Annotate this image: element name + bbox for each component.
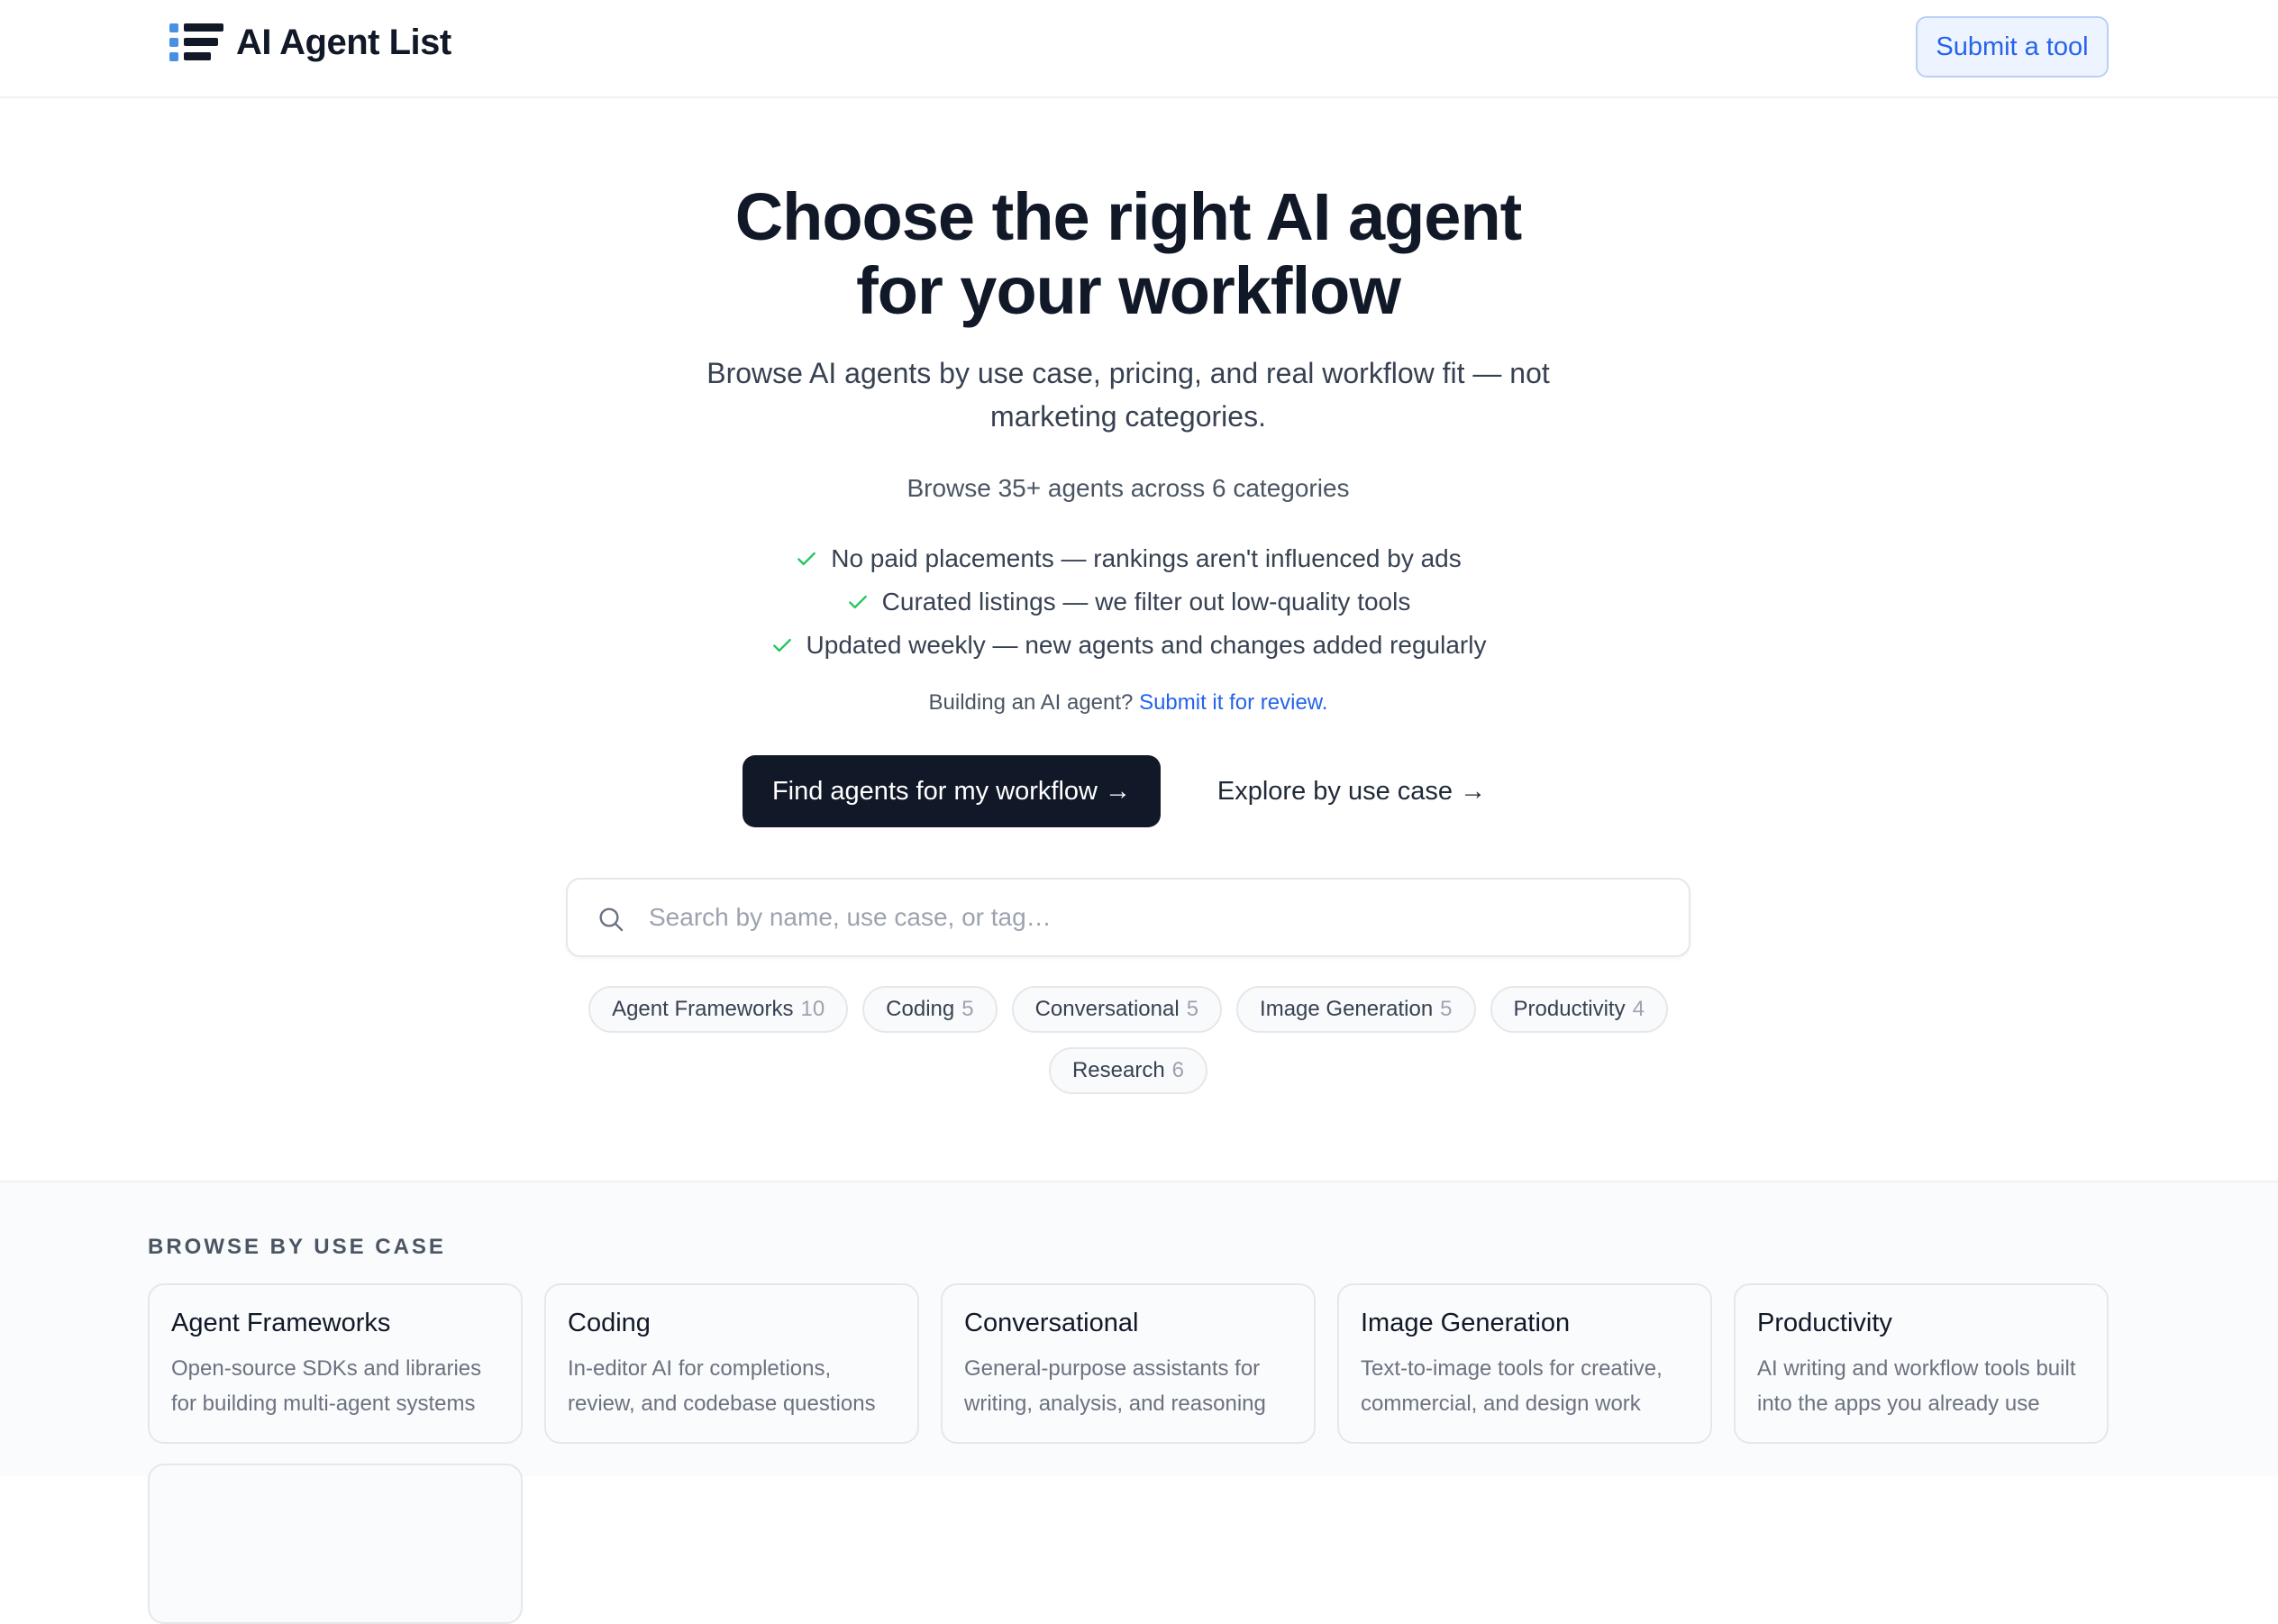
- filter-pill-count: 10: [800, 997, 825, 1021]
- use-case-card-conversational[interactable]: Conversational General-purpose assistant…: [941, 1283, 1316, 1444]
- submit-tool-button[interactable]: Submit a tool: [1916, 16, 2109, 78]
- filter-pill-agent-frameworks[interactable]: Agent Frameworks 10: [588, 986, 849, 1033]
- list-icon: [169, 22, 223, 63]
- section-title: BROWSE BY USE CASE: [148, 1235, 446, 1259]
- check-item: No paid placements — rankings aren't inf…: [0, 537, 2256, 580]
- feature-checklist: No paid placements — rankings aren't inf…: [0, 537, 2256, 667]
- hero-subtitle: Browse AI agents by use case, pricing, a…: [706, 357, 1550, 433]
- filter-pill-productivity[interactable]: Productivity 4: [1490, 986, 1668, 1033]
- explore-use-case-button[interactable]: Explore by use case →: [1198, 755, 1505, 827]
- filter-pill-count: 4: [1632, 997, 1645, 1021]
- check-item: Curated listings — we filter out low-qua…: [0, 580, 2256, 624]
- check-item-text: Updated weekly — new agents and changes …: [806, 631, 1487, 659]
- filter-pill-label: Productivity: [1513, 997, 1626, 1021]
- filter-pill-conversational[interactable]: Conversational 5: [1011, 986, 1223, 1033]
- submit-review-link[interactable]: Submit it for review.: [1139, 690, 1327, 715]
- filter-pill-label: Research: [1071, 1058, 1165, 1082]
- use-case-card-coding[interactable]: Coding In-editor AI for completions, rev…: [544, 1283, 919, 1444]
- card-title: Agent Frameworks: [171, 1309, 391, 1337]
- card-description: Open-source SDKs and libraries for build…: [171, 1356, 482, 1416]
- category-filters: Agent Frameworks 10 Coding 5 Conversatio…: [566, 986, 1690, 1109]
- search-input[interactable]: [649, 880, 1667, 955]
- browse-count: Browse 35+ agents across 6 categories: [907, 474, 1350, 502]
- site-logo[interactable]: AI Agent List: [169, 22, 451, 63]
- site-header: AI Agent List Submit a tool: [0, 0, 2278, 98]
- card-title: Conversational: [964, 1309, 1139, 1337]
- check-item-text: Curated listings — we filter out low-qua…: [881, 588, 1411, 616]
- check-item: Updated weekly — new agents and changes …: [0, 624, 2256, 667]
- checkmark-icon: [772, 638, 791, 652]
- filter-pill-research[interactable]: Research 6: [1048, 1047, 1208, 1094]
- filter-pill-label: Image Generation: [1260, 997, 1434, 1021]
- checkmark-icon: [797, 552, 816, 566]
- building-prompt: Building an AI agent? Submit it for revi…: [0, 690, 2256, 716]
- filter-pill-label: Agent Frameworks: [612, 997, 794, 1021]
- logo-text: AI Agent List: [236, 22, 451, 62]
- checkmark-icon: [848, 595, 867, 609]
- filter-pill-image-generation[interactable]: Image Generation 5: [1236, 986, 1476, 1033]
- card-description: In-editor AI for completions, review, an…: [568, 1356, 876, 1416]
- card-title: Coding: [568, 1309, 651, 1337]
- find-agents-button[interactable]: Find agents for my workflow →: [743, 755, 1161, 827]
- card-title: Productivity: [1757, 1309, 1892, 1337]
- card-title: Image Generation: [1361, 1309, 1571, 1337]
- check-item-text: No paid placements — rankings aren't inf…: [831, 544, 1462, 572]
- filter-pill-count: 6: [1171, 1058, 1185, 1082]
- card-description: Text-to-image tools for creative, commer…: [1361, 1356, 1663, 1416]
- use-case-card-productivity[interactable]: Productivity AI writing and workflow too…: [1734, 1283, 2109, 1444]
- card-description: AI writing and workflow tools built into…: [1757, 1356, 2076, 1416]
- use-case-cards: Agent Frameworks Open-source SDKs and li…: [148, 1283, 2109, 1624]
- search-box: [566, 878, 1690, 957]
- building-text: Building an AI agent?: [928, 690, 1134, 715]
- card-description: General-purpose assistants for writing, …: [964, 1356, 1266, 1416]
- filter-pill-label: Conversational: [1034, 997, 1180, 1021]
- filter-pill-label: Coding: [886, 997, 955, 1021]
- hero-title-line2: for your workflow: [856, 253, 1401, 328]
- hero-title-line1: Choose the right AI agent: [734, 179, 1523, 254]
- use-case-card-agent-frameworks[interactable]: Agent Frameworks Open-source SDKs and li…: [148, 1283, 523, 1444]
- filter-pill-coding[interactable]: Coding 5: [862, 986, 998, 1033]
- hero-title: Choose the right AI agent for your workf…: [0, 180, 2256, 328]
- use-case-card-next[interactable]: [148, 1464, 523, 1624]
- search-icon: [599, 908, 624, 932]
- filter-pill-count: 5: [961, 997, 974, 1021]
- filter-pill-count: 5: [1440, 997, 1453, 1021]
- filter-pill-count: 5: [1186, 997, 1199, 1021]
- use-case-card-image-generation[interactable]: Image Generation Text-to-image tools for…: [1337, 1283, 1712, 1444]
